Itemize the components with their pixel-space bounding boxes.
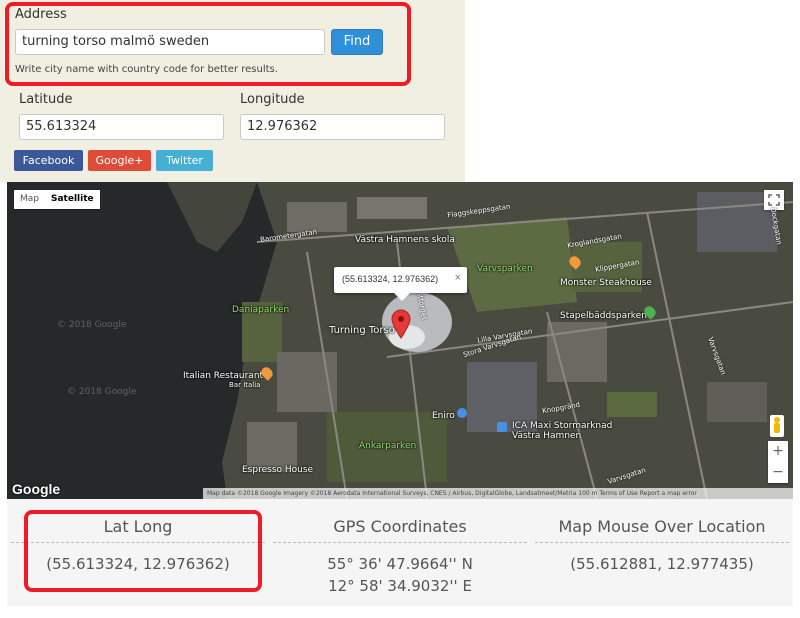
poi-label: Ankarparken (359, 441, 417, 451)
divider (535, 542, 789, 543)
map-type-control: Map Satellite (14, 190, 100, 209)
poi-label: Italian Restaurant (183, 371, 264, 381)
map-watermark-1: © 2018 Google (57, 320, 127, 330)
gps-values: 55° 36' 47.9664'' N 12° 58' 34.9032'' E (273, 544, 527, 597)
poi-label: Espresso House (242, 465, 314, 475)
gps-header: GPS Coordinates (333, 517, 467, 536)
location-pin-icon[interactable] (391, 309, 411, 339)
location-form: Address turning torso malmö sweden Find … (0, 0, 465, 182)
address-label: Address (15, 7, 67, 22)
zoom-in-button[interactable]: + (768, 441, 788, 462)
longitude-label: Longitude (240, 92, 305, 107)
poi-label: Bar Italia (229, 381, 261, 389)
longitude-field[interactable]: 12.976362 (240, 114, 445, 140)
mouse-column: Map Mouse Over Location (55.612881, 12.9… (535, 499, 789, 606)
poi-label: Monster Steakhouse (560, 278, 652, 288)
twitter-button[interactable]: Twitter (156, 150, 213, 171)
map-type-map[interactable]: Map (14, 190, 45, 209)
map-type-satellite[interactable]: Satellite (45, 190, 100, 209)
poi-label: Eniro (432, 411, 455, 421)
poi-label: Varvsparken (477, 264, 533, 274)
divider (273, 542, 527, 543)
pegman-icon (774, 417, 780, 433)
latitude-field[interactable]: 55.613324 (19, 114, 224, 140)
address-hint: Write city name with country code for be… (15, 64, 278, 75)
map-imagery (7, 182, 793, 499)
zoom-control: + − (768, 441, 788, 483)
mouse-header: Map Mouse Over Location (558, 517, 766, 536)
poi-label: Stapelbäddsparken (560, 311, 647, 321)
latitude-label: Latitude (19, 92, 73, 107)
map-watermark-2: © 2018 Google (67, 387, 137, 397)
street-view-pegman[interactable] (770, 415, 784, 437)
facebook-button[interactable]: Facebook (14, 150, 83, 171)
marker-infowindow: (55.613324, 12.976362) × (334, 267, 467, 301)
latlong-highlight-box (24, 510, 262, 592)
map-attribution[interactable]: Map data ©2018 Google Imagery ©2018 Aero… (203, 488, 793, 499)
shopping-icon[interactable] (497, 422, 507, 432)
google-logo: Google (12, 481, 61, 497)
poi-label: Turning Torso (329, 325, 395, 336)
infowindow-coordinates: (55.613324, 12.976362) (342, 274, 439, 284)
gps-longitude: 12° 58' 34.9032'' E (328, 577, 472, 595)
business-icon[interactable] (457, 408, 467, 418)
find-button[interactable]: Find (331, 29, 383, 55)
address-input[interactable]: turning torso malmö sweden (15, 29, 325, 55)
poi-label: Västra Hamnen (512, 431, 582, 441)
mouse-value: (55.612881, 12.977435) (570, 555, 754, 573)
gps-latitude: 55° 36' 47.9664'' N (327, 555, 473, 573)
zoom-out-button[interactable]: − (768, 462, 788, 483)
googleplus-button[interactable]: Google+ (88, 150, 151, 171)
satellite-map[interactable]: Map Satellite © 2018 Google © 2018 Googl… (7, 182, 793, 499)
close-icon[interactable]: × (455, 272, 461, 284)
poi-label: Västra Hamnens skola (355, 235, 455, 245)
gps-column: GPS Coordinates 55° 36' 47.9664'' N 12° … (273, 499, 527, 606)
poi-label: Daniaparken (232, 305, 290, 315)
poi-label: ICA Maxi Stormarknad (512, 421, 613, 431)
